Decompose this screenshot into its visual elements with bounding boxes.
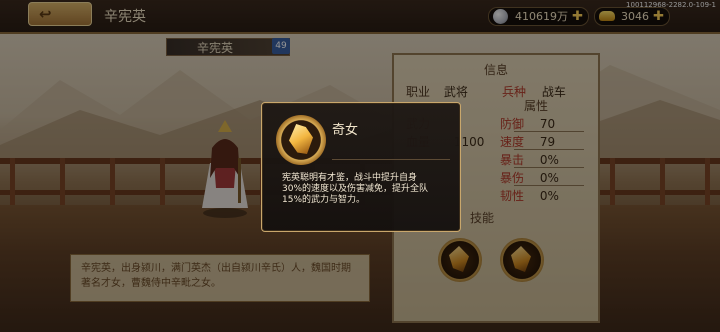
skill-name: 奇女: [332, 123, 359, 138]
skill-glyph: [289, 124, 313, 154]
skill-tooltip: 奇女 宪英聪明有才鉴，战斗中提升自身 30%的速度以及伤害减免，提升全队 15%…: [261, 102, 461, 232]
skill-emblem-icon: [276, 115, 326, 165]
divider: [332, 159, 450, 160]
skill-description: 宪英聪明有才鉴，战斗中提升自身 30%的速度以及伤害减免，提升全队 15%的武力…: [282, 173, 429, 205]
